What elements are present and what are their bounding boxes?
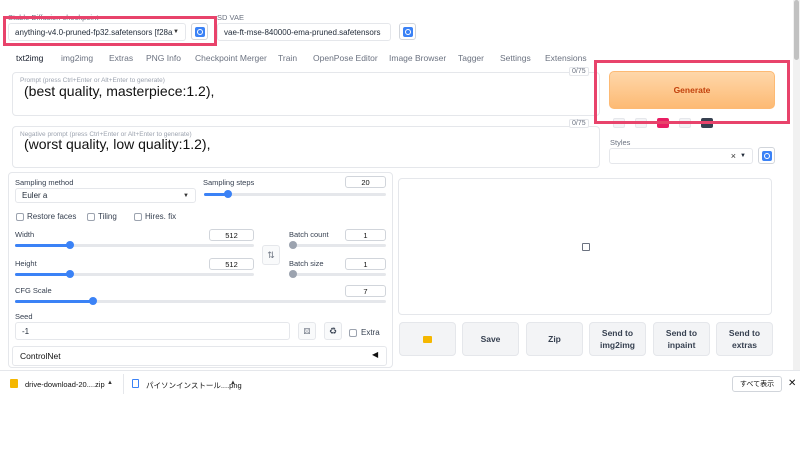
- reuse-seed-button[interactable]: ♻: [324, 322, 342, 340]
- sampling-method-label: Sampling method: [15, 178, 74, 187]
- batch-size-slider[interactable]: [289, 270, 386, 278]
- collapse-triangle-icon: ◀: [372, 350, 379, 359]
- tab-extras[interactable]: Extras: [109, 53, 133, 63]
- tab-openpose-editor[interactable]: OpenPose Editor: [313, 53, 378, 63]
- batch-count-input[interactable]: 1: [345, 229, 386, 241]
- tab-extensions[interactable]: Extensions: [545, 53, 587, 63]
- negative-prompt-token-counter: 0/75: [569, 119, 589, 128]
- tab-checkpoint-merger[interactable]: Checkpoint Merger: [195, 53, 267, 63]
- send-to-extras-button[interactable]: Send to extras: [716, 322, 773, 356]
- refresh-styles-button[interactable]: [758, 147, 775, 164]
- extra-seed-checkbox[interactable]: [349, 329, 357, 337]
- negative-prompt-text: (worst quality, low quality:1.2),: [24, 136, 211, 152]
- vae-value: vae-ft-mse-840000-ema-pruned.safetensors: [224, 27, 381, 37]
- sampling-steps-slider[interactable]: [204, 190, 386, 198]
- chevron-down-icon: ▼: [740, 153, 746, 159]
- tab-txt2img[interactable]: txt2img: [16, 53, 43, 63]
- refresh-icon: [761, 150, 772, 161]
- send-to-img2img-button[interactable]: Send to img2img: [589, 322, 646, 356]
- tab-settings[interactable]: Settings: [500, 53, 531, 63]
- random-seed-button[interactable]: ⚄: [298, 322, 316, 340]
- clear-icon[interactable]: ×: [731, 151, 736, 161]
- highlight-checkpoint: [3, 16, 217, 46]
- cfg-scale-label: CFG Scale: [15, 286, 52, 295]
- chevron-up-icon[interactable]: ▲: [230, 380, 236, 386]
- batch-count-slider[interactable]: [289, 241, 386, 249]
- seed-value: -1: [22, 326, 30, 336]
- image-placeholder-icon: [582, 243, 590, 251]
- batch-count-label: Batch count: [289, 230, 329, 239]
- open-folder-button[interactable]: [399, 322, 456, 356]
- seed-input[interactable]: -1: [15, 322, 290, 340]
- controlnet-accordion[interactable]: [12, 346, 387, 366]
- highlight-generate: [594, 60, 790, 124]
- tiling-label: Tiling: [98, 212, 117, 221]
- height-label: Height: [15, 259, 37, 268]
- chevron-up-icon[interactable]: ▲: [107, 380, 113, 386]
- recycle-icon: ♻: [328, 325, 338, 336]
- height-slider[interactable]: [15, 270, 254, 278]
- folder-icon: [423, 335, 432, 343]
- vae-dropdown[interactable]: vae-ft-mse-840000-ema-pruned.safetensors: [217, 23, 391, 41]
- swap-icon: ⇅: [267, 249, 275, 260]
- scrollbar[interactable]: [793, 0, 800, 370]
- download-item-1[interactable]: drive-download-20....zip: [25, 380, 105, 389]
- width-slider[interactable]: [15, 241, 254, 249]
- tiling-checkbox[interactable]: [87, 213, 95, 221]
- chevron-down-icon: ▼: [183, 192, 189, 199]
- refresh-icon: [402, 26, 413, 37]
- sampling-method-dropdown[interactable]: Euler a ▼: [15, 188, 196, 203]
- sampling-steps-label: Sampling steps: [203, 178, 255, 187]
- batch-size-label: Batch size: [289, 259, 324, 268]
- cfg-scale-slider[interactable]: [15, 297, 386, 305]
- tab-tagger[interactable]: Tagger: [458, 53, 484, 63]
- tab-train[interactable]: Train: [278, 53, 297, 63]
- height-input[interactable]: 512: [209, 258, 254, 270]
- batch-size-input[interactable]: 1: [345, 258, 386, 270]
- download-item-2[interactable]: パイソンインストール....png: [146, 380, 242, 391]
- prompt-token-counter: 0/75: [569, 67, 589, 76]
- vae-label: SD VAE: [217, 13, 244, 22]
- refresh-vae-button[interactable]: [399, 23, 416, 40]
- hires-fix-checkbox[interactable]: [134, 213, 142, 221]
- dice-icon: ⚄: [303, 326, 311, 336]
- tab-img2img[interactable]: img2img: [61, 53, 93, 63]
- tab-png-info[interactable]: PNG Info: [146, 53, 181, 63]
- download-bar: [0, 370, 800, 398]
- extra-seed-label: Extra: [361, 328, 380, 337]
- width-label: Width: [15, 230, 35, 239]
- prompt-text: (best quality, masterpiece:1.2),: [24, 83, 215, 99]
- width-input[interactable]: 512: [209, 229, 254, 241]
- zip-button[interactable]: Zip: [526, 322, 583, 356]
- hires-fix-label: Hires. fix: [145, 212, 177, 221]
- controlnet-label: ControlNet: [20, 351, 61, 361]
- divider: [123, 374, 124, 394]
- zip-file-icon: [10, 379, 18, 388]
- tab-image-browser[interactable]: Image Browser: [389, 53, 446, 63]
- sampling-method-value: Euler a: [22, 191, 48, 200]
- cfg-scale-input[interactable]: 7: [345, 285, 386, 297]
- seed-label: Seed: [15, 312, 33, 321]
- png-file-icon: [132, 379, 139, 388]
- save-button[interactable]: Save: [462, 322, 519, 356]
- swap-dimensions-button[interactable]: ⇅: [262, 245, 280, 265]
- show-all-downloads-button[interactable]: すべて表示: [732, 376, 782, 392]
- styles-label: Styles: [610, 138, 631, 147]
- restore-faces-label: Restore faces: [27, 212, 77, 221]
- send-to-inpaint-button[interactable]: Send to inpaint: [653, 322, 710, 356]
- close-icon[interactable]: ✕: [788, 378, 796, 389]
- sampling-steps-input[interactable]: 20: [345, 176, 386, 188]
- restore-faces-checkbox[interactable]: [16, 213, 24, 221]
- styles-dropdown[interactable]: × ▼: [609, 148, 753, 164]
